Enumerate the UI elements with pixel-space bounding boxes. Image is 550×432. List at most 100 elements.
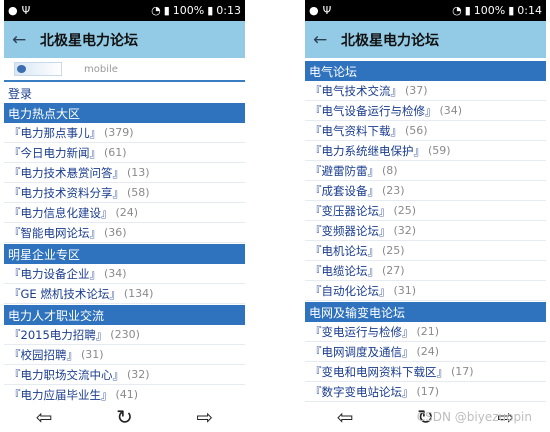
- section-header[interactable]: 电力人才职业交流: [4, 305, 245, 325]
- usb-icon: Ψ: [322, 4, 332, 17]
- forum-item[interactable]: 『电力系统继电保护』 (59): [305, 141, 546, 161]
- forum-item[interactable]: 『电缆论坛』 (27): [305, 261, 546, 281]
- post-count: (23): [382, 184, 405, 197]
- forum-item[interactable]: 『今日电力新闻』 (61): [4, 143, 245, 163]
- post-count: (31): [393, 284, 417, 297]
- wifi-icon: ◔: [452, 4, 462, 17]
- forum-item[interactable]: 『避雷防雷』 (8): [305, 161, 546, 181]
- forum-name[interactable]: 『GE 燃机技术论坛』: [9, 286, 121, 302]
- forum-item[interactable]: 『变频器论坛』 (32): [305, 221, 546, 241]
- forum-item[interactable]: 『自动化论坛』 (31): [305, 281, 546, 301]
- back-arrow-icon[interactable]: ←: [12, 30, 34, 50]
- post-count: (59): [428, 144, 451, 157]
- forum-name[interactable]: 『2015电力招聘』: [9, 327, 107, 343]
- battery-icon: ▮: [464, 4, 471, 17]
- forum-name[interactable]: 『校园招聘』: [9, 347, 78, 363]
- forum-name[interactable]: 『电缆论坛』: [310, 263, 379, 279]
- clock: 0:13: [216, 4, 241, 17]
- post-count: (17): [416, 385, 440, 398]
- forum-name[interactable]: 『变电运行与检修』: [310, 324, 414, 340]
- forum-item[interactable]: 『智能电网论坛』 (36): [4, 223, 245, 243]
- post-count: (24): [115, 206, 139, 219]
- forum-name[interactable]: 『变电和电网资料下载区』: [310, 364, 448, 380]
- forum-item[interactable]: 『电力设备企业』 (34): [4, 264, 245, 284]
- left-phone-screen: ● Ψ ◔ ▮ 100% ▮ 0:13 ← 北极星电力论坛 mobile 登录 …: [4, 0, 245, 432]
- arrow-right-icon[interactable]: ⇨: [196, 405, 213, 429]
- forum-name[interactable]: 『智能电网论坛』: [9, 225, 101, 241]
- arrow-left-icon[interactable]: ⇦: [36, 405, 53, 429]
- forum-item[interactable]: 『电气资料下载』 (56): [305, 121, 546, 141]
- forum-item[interactable]: 『变电运行与检修』 (21): [305, 322, 546, 342]
- section-header[interactable]: 明星企业专区: [4, 244, 245, 264]
- post-count: (8): [382, 164, 398, 177]
- forum-name[interactable]: 『电网调度及通信』: [310, 344, 414, 360]
- forum-name[interactable]: 『自动化论坛』: [310, 283, 391, 299]
- post-count: (134): [123, 287, 154, 300]
- forum-name[interactable]: 『电气设备运行与检修』: [310, 103, 437, 119]
- cat-icon: ●: [8, 4, 18, 17]
- refresh-icon[interactable]: ↻: [116, 405, 133, 429]
- post-count: (24): [416, 345, 440, 358]
- post-count: (37): [405, 84, 428, 97]
- back-arrow-icon[interactable]: ←: [313, 30, 335, 50]
- mobile-label: mobile: [84, 63, 118, 75]
- forum-item[interactable]: 『2015电力招聘』 (230): [4, 325, 245, 345]
- forum-name[interactable]: 『电力技术资料分享』: [9, 185, 124, 201]
- forum-item[interactable]: 『校园招聘』 (31): [4, 345, 245, 365]
- forum-item[interactable]: 『电力技术资料分享』 (58): [4, 183, 245, 203]
- login-link[interactable]: 登录: [4, 82, 245, 102]
- forum-item[interactable]: 『变电和电网资料下载区』 (17): [305, 362, 546, 382]
- arrow-left-icon[interactable]: ⇦: [337, 405, 354, 429]
- post-count: (61): [104, 146, 127, 159]
- section-header[interactable]: 电网及输变电论坛: [305, 302, 546, 322]
- cat-icon: ●: [309, 4, 319, 17]
- post-count: (25): [382, 244, 405, 257]
- site-logo[interactable]: [14, 62, 62, 76]
- forum-name[interactable]: 『避雷防雷』: [310, 163, 379, 179]
- forum-name[interactable]: 『电力设备企业』: [9, 266, 101, 282]
- forum-item[interactable]: 『数字变电站论坛』 (17): [305, 382, 546, 402]
- forum-section: 明星企业专区 『电力设备企业』 (34) 『GE 燃机技术论坛』 (134): [4, 244, 245, 304]
- forum-name[interactable]: 『电气资料下载』: [310, 123, 402, 139]
- post-count: (32): [393, 224, 417, 237]
- post-count: (34): [439, 104, 463, 117]
- forum-name[interactable]: 『今日电力新闻』: [9, 145, 101, 161]
- forum-name[interactable]: 『变压器论坛』: [310, 203, 391, 219]
- section-header[interactable]: 电力热点大区: [4, 103, 245, 123]
- post-count: (34): [104, 267, 127, 280]
- forum-item[interactable]: 『电力那点事儿』 (379): [4, 123, 245, 143]
- post-count: (13): [127, 166, 150, 179]
- forum-name[interactable]: 『数字变电站论坛』: [310, 384, 414, 400]
- forum-name[interactable]: 『电机论坛』: [310, 243, 379, 259]
- page-title: 北极星电力论坛: [40, 32, 138, 49]
- forum-item[interactable]: 『电气设备运行与检修』 (34): [305, 101, 546, 121]
- post-count: (25): [393, 204, 417, 217]
- section-header[interactable]: 电气论坛: [305, 61, 546, 81]
- logo-row: mobile: [4, 58, 245, 82]
- forum-item[interactable]: 『GE 燃机技术论坛』 (134): [4, 284, 245, 304]
- forum-name[interactable]: 『电力职场交流中心』: [9, 367, 124, 383]
- post-count: (230): [110, 328, 140, 341]
- forum-name[interactable]: 『成套设备』: [310, 183, 379, 199]
- forum-name[interactable]: 『电力那点事儿』: [9, 125, 101, 141]
- forum-item[interactable]: 『电力职场交流中心』 (32): [4, 365, 245, 385]
- forum-name[interactable]: 『电力信息化建设』: [9, 205, 113, 221]
- clock: 0:14: [517, 4, 542, 17]
- forum-item[interactable]: 『成套设备』 (23): [305, 181, 546, 201]
- forum-item[interactable]: 『电机论坛』 (25): [305, 241, 546, 261]
- forum-name[interactable]: 『电气技术交流』: [310, 83, 402, 99]
- forum-name[interactable]: 『电力系统继电保护』: [310, 143, 425, 159]
- forum-name[interactable]: 『变频器论坛』: [310, 223, 391, 239]
- battery-icon: ▮: [207, 4, 214, 17]
- post-count: (41): [115, 388, 139, 401]
- forum-item[interactable]: 『电气技术交流』 (37): [305, 81, 546, 101]
- forum-item[interactable]: 『电力技术悬赏问答』 (13): [4, 163, 245, 183]
- right-phone-screen: ● Ψ ◔ ▮ 100% ▮ 0:14 ← 北极星电力论坛 电气论坛 『电气技术…: [305, 0, 546, 432]
- forum-name[interactable]: 『电力技术悬赏问答』: [9, 165, 124, 181]
- post-count: (31): [81, 348, 104, 361]
- page-title: 北极星电力论坛: [341, 32, 439, 49]
- forum-name[interactable]: 『电力应届毕业生』: [9, 387, 113, 403]
- forum-item[interactable]: 『变压器论坛』 (25): [305, 201, 546, 221]
- forum-item[interactable]: 『电力信息化建设』 (24): [4, 203, 245, 223]
- forum-item[interactable]: 『电网调度及通信』 (24): [305, 342, 546, 362]
